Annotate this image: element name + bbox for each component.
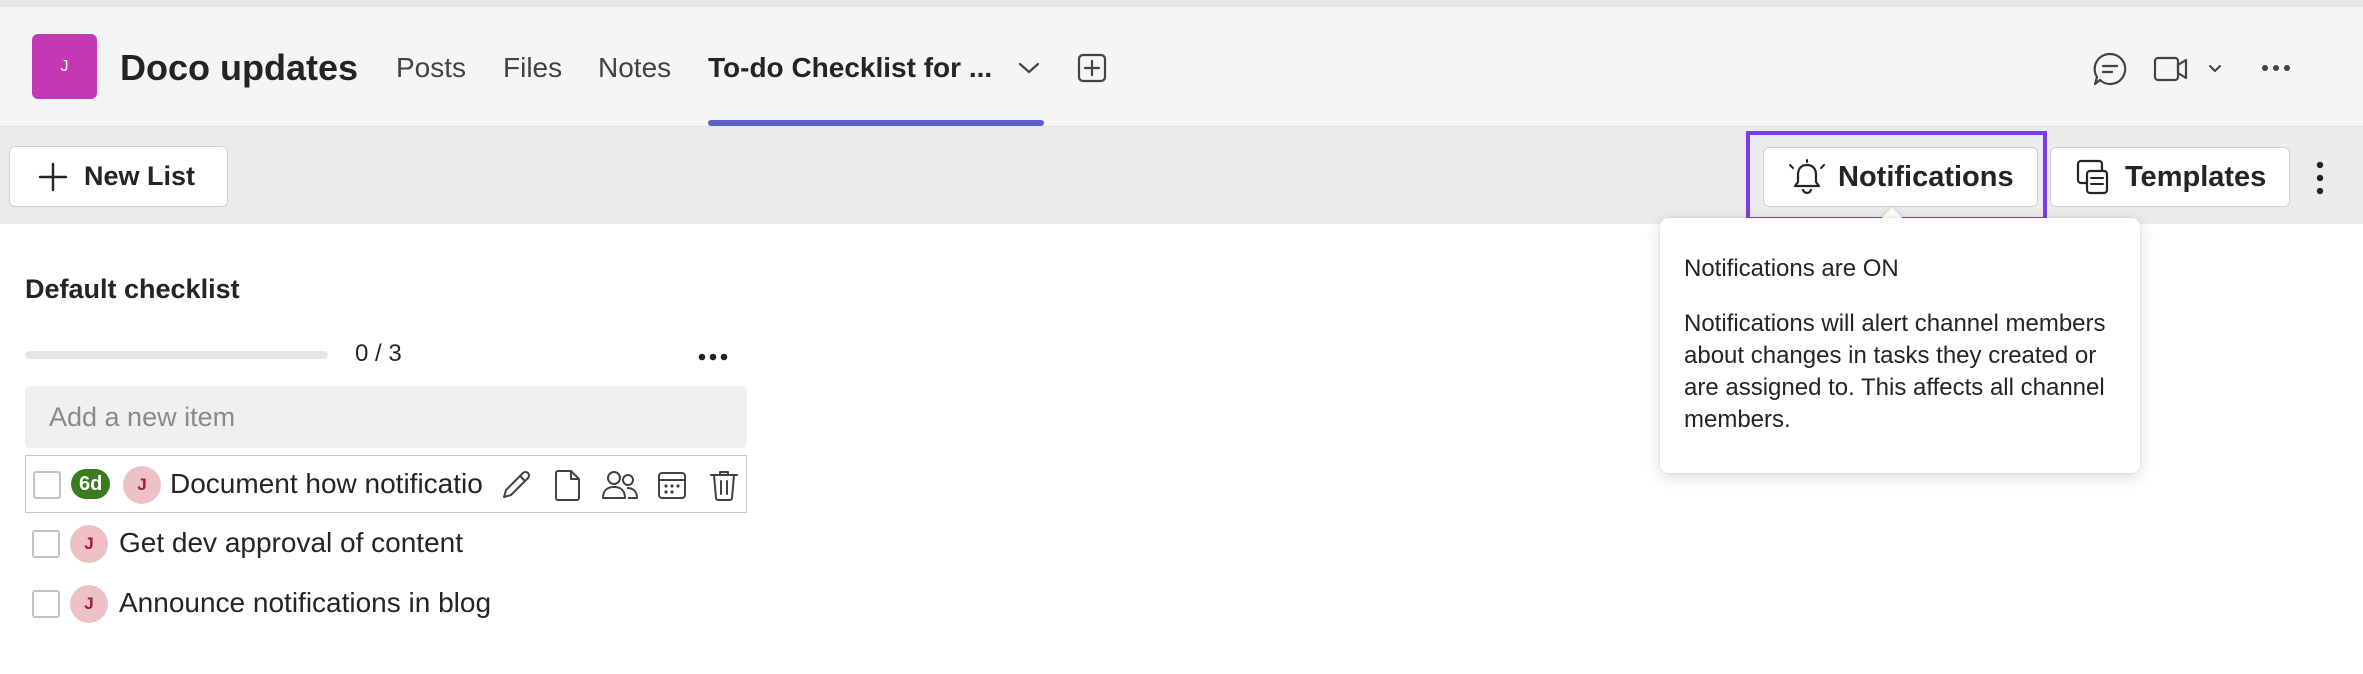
list-item[interactable]: J Announce notifications in blog (25, 575, 747, 633)
list-item[interactable]: 6d J Document how notificatio (25, 455, 747, 513)
checklist-more-button[interactable] (698, 336, 728, 368)
item-text[interactable]: Get dev approval of content (119, 527, 463, 559)
add-tab-icon[interactable] (1072, 48, 1112, 88)
window-top-strip (0, 0, 2363, 7)
templates-label: Templates (2125, 160, 2267, 193)
item-actions (496, 465, 744, 505)
tab-posts[interactable]: Posts (396, 52, 466, 84)
assignee-avatar[interactable]: J (70, 525, 108, 563)
tab-notes[interactable]: Notes (598, 52, 671, 84)
item-checkbox[interactable] (32, 530, 60, 558)
tooltip-title: Notifications are ON (1684, 255, 1899, 282)
templates-icon (2075, 158, 2111, 196)
delete-icon[interactable] (704, 465, 744, 505)
assignee-avatar[interactable]: J (123, 466, 161, 504)
list-item[interactable]: J Get dev approval of content (25, 515, 747, 573)
calendar-icon[interactable] (652, 465, 692, 505)
video-icon[interactable] (2152, 51, 2232, 87)
item-checkbox[interactable] (33, 471, 61, 499)
active-tab-indicator (708, 120, 1044, 126)
channel-header: J Doco updates Posts Files Notes To-do C… (0, 7, 2363, 127)
assign-people-icon[interactable] (600, 465, 640, 505)
item-checkbox[interactable] (32, 590, 60, 618)
progress-count: 0 / 3 (355, 340, 402, 367)
item-text[interactable]: Document how notificatio (170, 468, 489, 500)
tab-todo-checklist[interactable]: To-do Checklist for ... (708, 52, 992, 84)
due-badge: 6d (71, 469, 111, 499)
more-icon[interactable] (2258, 53, 2294, 83)
new-list-label: New List (84, 161, 196, 191)
chevron-down-icon[interactable] (1014, 53, 1044, 83)
tooltip-body: Notifications will alert channel members… (1684, 310, 2106, 433)
templates-button[interactable]: Templates (2050, 147, 2290, 207)
notifications-highlight-frame (1746, 131, 2047, 221)
add-item-input[interactable] (25, 386, 747, 448)
tab-files[interactable]: Files (503, 52, 562, 84)
assignee-avatar[interactable]: J (70, 585, 108, 623)
plus-icon (38, 162, 68, 192)
progress-bar (25, 351, 328, 359)
document-icon[interactable] (548, 465, 588, 505)
channel-name: Doco updates (120, 47, 359, 88)
new-list-button[interactable]: New List (9, 146, 228, 207)
chat-icon[interactable] (2090, 49, 2130, 89)
team-avatar[interactable]: J (32, 34, 97, 99)
notifications-tooltip: Notifications are ON Notifications will … (1660, 218, 2140, 473)
edit-icon[interactable] (496, 465, 536, 505)
item-text[interactable]: Announce notifications in blog (119, 587, 491, 619)
checklist-title: Default checklist (25, 274, 240, 304)
vertical-more-icon[interactable] (2310, 158, 2330, 198)
